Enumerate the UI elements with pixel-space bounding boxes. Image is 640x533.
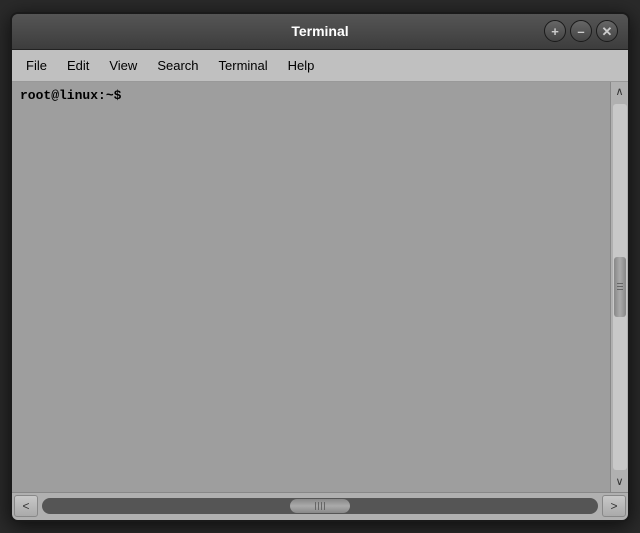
menu-file[interactable]: File	[18, 54, 55, 77]
minimize-button[interactable]: –	[570, 20, 592, 42]
scroll-thumb-vertical[interactable]	[614, 257, 626, 317]
scroll-thumb-horizontal[interactable]	[290, 499, 350, 513]
menu-edit[interactable]: Edit	[59, 54, 97, 77]
menu-help[interactable]: Help	[280, 54, 323, 77]
window-title: Terminal	[291, 23, 348, 39]
scroll-thumb-grip	[617, 283, 623, 290]
menu-view[interactable]: View	[101, 54, 145, 77]
content-area: root@linux:~$ ∧ ∨	[12, 82, 628, 492]
menu-search[interactable]: Search	[149, 54, 206, 77]
vertical-scrollbar: ∧ ∨	[610, 82, 628, 492]
scroll-left-arrow[interactable]: <	[14, 495, 38, 517]
grip-line-1	[617, 283, 623, 284]
horizontal-scrollbar: < >	[12, 492, 628, 520]
menu-terminal[interactable]: Terminal	[211, 54, 276, 77]
add-button[interactable]: +	[544, 20, 566, 42]
h-grip-line-2	[318, 502, 319, 510]
scroll-right-arrow[interactable]: >	[602, 495, 626, 517]
h-grip-line-3	[321, 502, 322, 510]
menubar: File Edit View Search Terminal Help	[12, 50, 628, 82]
scroll-track-vertical[interactable]	[613, 104, 627, 470]
grip-line-3	[617, 289, 623, 290]
h-grip-line-1	[315, 502, 316, 510]
terminal-prompt: root@linux:~$	[20, 88, 602, 103]
window-controls: + – ✕	[544, 20, 618, 42]
titlebar: Terminal + – ✕	[12, 14, 628, 50]
close-button[interactable]: ✕	[596, 20, 618, 42]
scroll-down-arrow[interactable]: ∨	[611, 472, 629, 492]
h-grip-line-4	[324, 502, 325, 510]
grip-line-2	[617, 286, 623, 287]
terminal-window: Terminal + – ✕ File Edit View Search Ter…	[10, 12, 630, 522]
scroll-up-arrow[interactable]: ∧	[611, 82, 629, 102]
terminal-area[interactable]: root@linux:~$	[12, 82, 610, 492]
scroll-track-horizontal[interactable]	[42, 498, 598, 514]
